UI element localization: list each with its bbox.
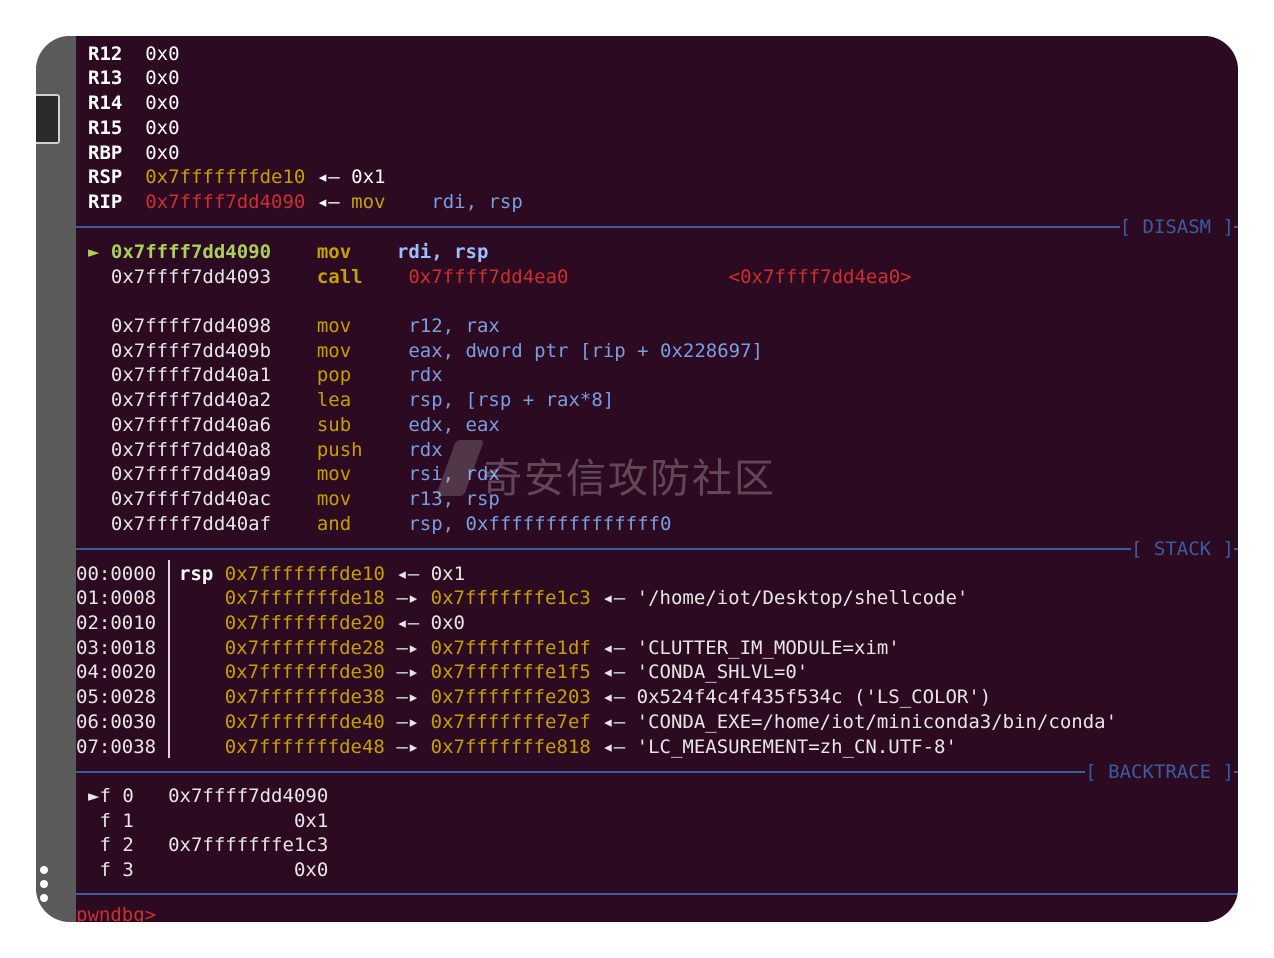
register-row: R12 0x0 — [88, 43, 180, 65]
disasm-row: 0x7ffff7dd40a6 sub edx, eax — [110, 414, 500, 436]
stack-row: 07:0038 0x7fffffffde48 —▸ 0x7fffffffe818… — [76, 736, 957, 758]
pwndbg-prompt[interactable]: pwndbg> — [76, 904, 156, 922]
backtrace-row: f 3 0x0 — [99, 859, 329, 881]
show-apps-icon[interactable] — [40, 866, 52, 908]
backtrace-section-title: [ BACKTRACE ] — [1085, 760, 1234, 784]
disasm-row: 0x7ffff7dd40a2 lea rsp, [rsp + rax*8] — [110, 389, 615, 411]
stack-row: 00:0000 rsp 0x7fffffffde10 ◂— 0x1 — [76, 563, 466, 585]
watermark-text: 奇安信攻防社区 — [482, 456, 776, 502]
register-row: R15 0x0 — [88, 117, 180, 139]
launcher-dock — [36, 36, 76, 922]
disasm-row-current: ► 0x7ffff7dd4090 mov rdi, rsp — [88, 241, 489, 263]
stack-row: 02:0010 0x7fffffffde20 ◂— 0x0 — [76, 612, 465, 634]
stack-separator — [76, 548, 1238, 550]
backtrace-separator — [76, 771, 1238, 773]
disasm-row: 0x7ffff7dd40a8 push rdx — [110, 439, 443, 461]
window-frame: R12 0x0 R13 0x0 R14 0x0 R15 0x0 RBP 0x0 … — [36, 36, 1238, 922]
terminal-pane[interactable]: R12 0x0 R13 0x0 R14 0x0 R15 0x0 RBP 0x0 … — [76, 36, 1238, 922]
register-row-rsp: RSP 0x7fffffffde10 ◂— 0x1 — [88, 166, 386, 188]
register-row-rip: RIP 0x7ffff7dd4090 ◂— mov rdi, rsp — [88, 191, 523, 213]
disasm-row: 0x7ffff7dd409b mov eax, dword ptr [rip +… — [110, 340, 763, 362]
disasm-row: 0x7ffff7dd40a9 mov rsi, rdx — [110, 463, 500, 485]
stack-section-title: [ STACK ] — [1131, 537, 1234, 561]
terminal-app-icon[interactable] — [36, 94, 60, 144]
disasm-row: 0x7ffff7dd4093 call 0x7ffff7dd4ea0 <0x7f… — [110, 266, 912, 288]
register-row: R14 0x0 — [88, 92, 180, 114]
stack-row: 04:0020 0x7fffffffde30 —▸ 0x7fffffffe1f5… — [76, 661, 809, 683]
disasm-row: 0x7ffff7dd40af and rsp, 0xffffffffffffff… — [110, 513, 672, 535]
stack-row: 05:0028 0x7fffffffde38 —▸ 0x7fffffffe203… — [76, 686, 992, 708]
stack-row: 01:0008 0x7fffffffde18 —▸ 0x7fffffffe1c3… — [76, 587, 969, 609]
backtrace-row: f 2 0x7fffffffe1c3 — [99, 834, 329, 856]
disasm-row: 0x7ffff7dd40a1 pop rdx — [110, 364, 443, 386]
stack-row: 03:0018 0x7fffffffde28 —▸ 0x7fffffffe1df… — [76, 637, 900, 659]
register-row: R13 0x0 — [88, 67, 180, 89]
stack-row: 06:0030 0x7fffffffde40 —▸ 0x7fffffffe7ef… — [76, 711, 1118, 733]
bottom-separator — [76, 893, 1238, 895]
disasm-section-title: [ DISASM ] — [1119, 215, 1234, 239]
disasm-separator — [76, 226, 1238, 228]
register-row: RBP 0x0 — [88, 142, 180, 164]
backtrace-row-current: ►f 0 0x7ffff7dd4090 — [88, 785, 329, 807]
disasm-row: 0x7ffff7dd4098 mov r12, rax — [110, 315, 500, 337]
backtrace-row: f 1 0x1 — [99, 810, 329, 832]
